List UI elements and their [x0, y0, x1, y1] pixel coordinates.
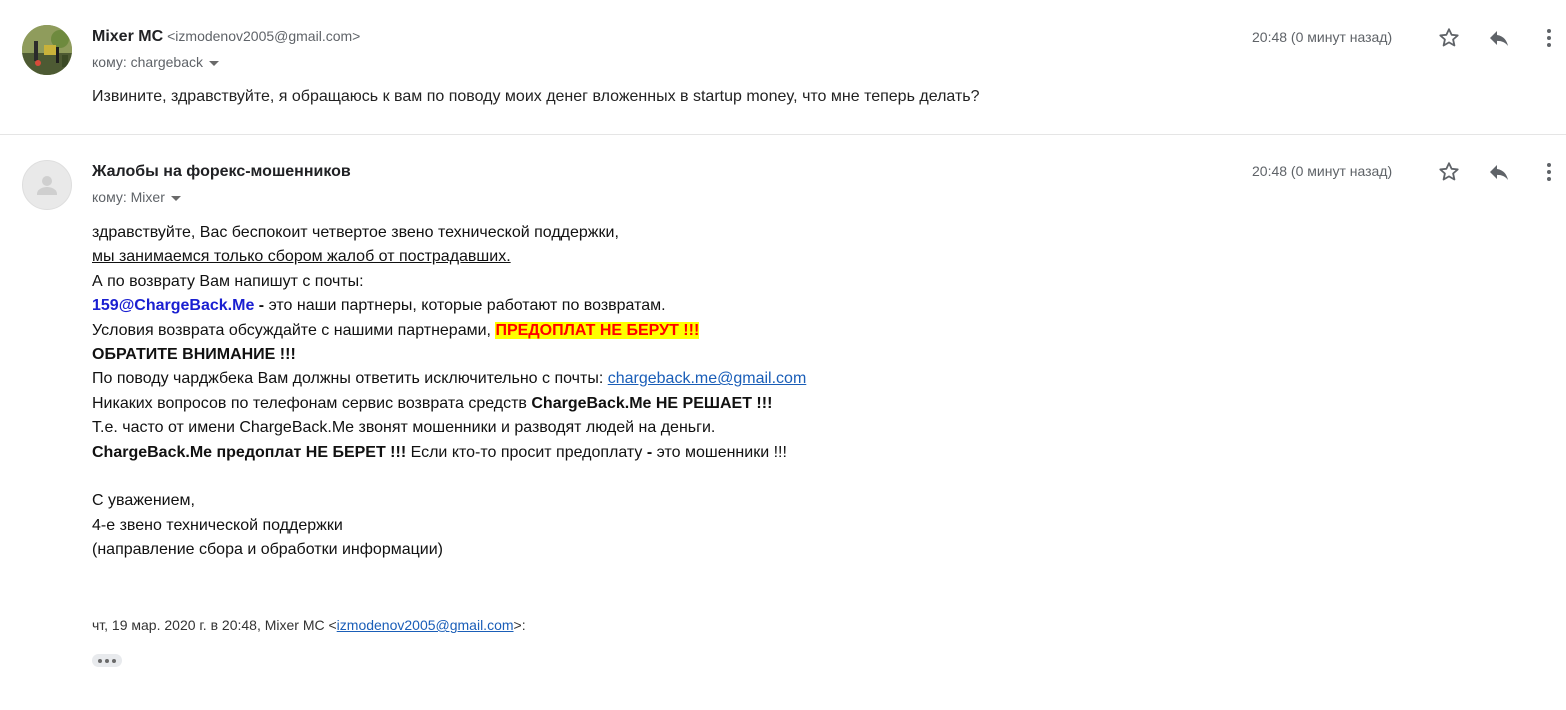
sender-line: Mixer MC <izmodenov2005@gmail.com> [92, 28, 360, 46]
message-body: Извините, здравствуйте, я обращаюсь к ва… [92, 88, 980, 105]
bold-text: ChargeBack.Me предоплат НЕ БЕРЕТ !!! [92, 443, 407, 461]
attention-heading: ОБРАТИТЕ ВНИМАНИЕ !!! [92, 345, 296, 363]
more-options-button[interactable] [1536, 159, 1562, 185]
reply-button[interactable] [1486, 159, 1512, 185]
body-text: Если кто-то просит предоплату [406, 443, 647, 461]
more-options-button[interactable] [1536, 25, 1562, 51]
more-vert-icon [1547, 29, 1551, 47]
message-time: 20:48 (0 минут назад) [1252, 163, 1393, 179]
partner-email: 159@ChargeBack.Me [92, 297, 255, 315]
underlined-text: мы занимаемся только сбором жалоб от пос… [92, 248, 511, 266]
star-button[interactable] [1436, 25, 1462, 51]
reply-button[interactable] [1486, 25, 1512, 51]
body-line: ChargeBack.Me предоплат НЕ БЕРЕТ !!! Есл… [92, 441, 806, 465]
quote-suffix: >: [513, 617, 526, 633]
signature-line: 4-е звено технической поддержки [92, 516, 343, 534]
reply-icon [1490, 165, 1508, 180]
chargeback-email-link[interactable]: chargeback.me@gmail.com [608, 370, 807, 387]
quoted-header: чт, 19 мар. 2020 г. в 20:48, Mixer MC <i… [92, 617, 526, 633]
sender-avatar[interactable] [22, 160, 72, 210]
body-line: здравствуйте, Вас беспокоит четвертое зв… [92, 224, 619, 241]
body-line: По поводу чарджбека Вам должны ответить … [92, 367, 806, 391]
reply-icon [1490, 31, 1508, 46]
body-text: это мошенники !!! [652, 443, 787, 461]
sender-name: Mixer MC [92, 28, 164, 45]
sender-email: <izmodenov2005@gmail.com> [167, 28, 361, 44]
body-text: Условия возврата обсуждайте с нашими пар… [92, 321, 496, 339]
ellipsis-icon [105, 658, 109, 663]
ellipsis-icon [98, 658, 102, 663]
chevron-down-icon[interactable] [209, 60, 220, 66]
message-body: здравствуйте, Вас беспокоит четвертое зв… [92, 221, 806, 562]
sender-name: Жалобы на форекс-мошенников [92, 163, 351, 180]
quote-email-link[interactable]: izmodenov2005@gmail.com [337, 617, 514, 633]
highlighted-warning: ПРЕДОПЛАТ НЕ БЕРУТ !!! [495, 321, 700, 339]
sender-avatar[interactable] [22, 25, 72, 75]
dash: - [254, 297, 269, 315]
sender-line: Жалобы на форекс-мошенников [92, 163, 351, 181]
signature-line: (направление сбора и обработки информаци… [92, 541, 443, 559]
recipient-label: кому: Mixer [92, 189, 165, 205]
body-line: Т.е. часто от имени ChargeBack.Me звонят… [92, 419, 716, 437]
body-line: мы занимаемся только сбором жалоб от пос… [92, 245, 806, 269]
body-line: Никаких вопросов по телефонам сервис воз… [92, 392, 806, 416]
show-trimmed-content-button[interactable] [92, 654, 122, 667]
chevron-down-icon[interactable] [170, 195, 181, 201]
body-text: это наши партнеры, которые работают по в… [268, 297, 666, 315]
star-icon [1439, 162, 1459, 181]
body-text: По поводу чарджбека Вам должны ответить … [92, 370, 608, 388]
more-vert-icon [1547, 163, 1551, 181]
bold-text: ChargeBack.Me НЕ РЕШАЕТ !!! [531, 394, 773, 412]
signature-line: С уважением, [92, 492, 195, 510]
body-text: Никаких вопросов по телефонам сервис воз… [92, 394, 532, 412]
message-divider [0, 134, 1566, 135]
message-time: 20:48 (0 минут назад) [1252, 29, 1393, 45]
body-line: Условия возврата обсуждайте с нашими пар… [92, 319, 806, 343]
person-icon [37, 176, 57, 195]
body-line: 159@ChargeBack.Me - это наши партнеры, к… [92, 294, 806, 318]
recipient-label: кому: chargeback [92, 54, 204, 70]
quote-prefix: чт, 19 мар. 2020 г. в 20:48, Mixer MC < [92, 617, 337, 633]
star-button[interactable] [1436, 159, 1462, 185]
body-line: А по возврату Вам напишут с почты: [92, 272, 364, 290]
recipient-details[interactable]: кому: chargeback [92, 54, 220, 70]
ellipsis-icon [112, 658, 116, 663]
recipient-details[interactable]: кому: Mixer [92, 189, 181, 205]
star-icon [1439, 28, 1459, 47]
